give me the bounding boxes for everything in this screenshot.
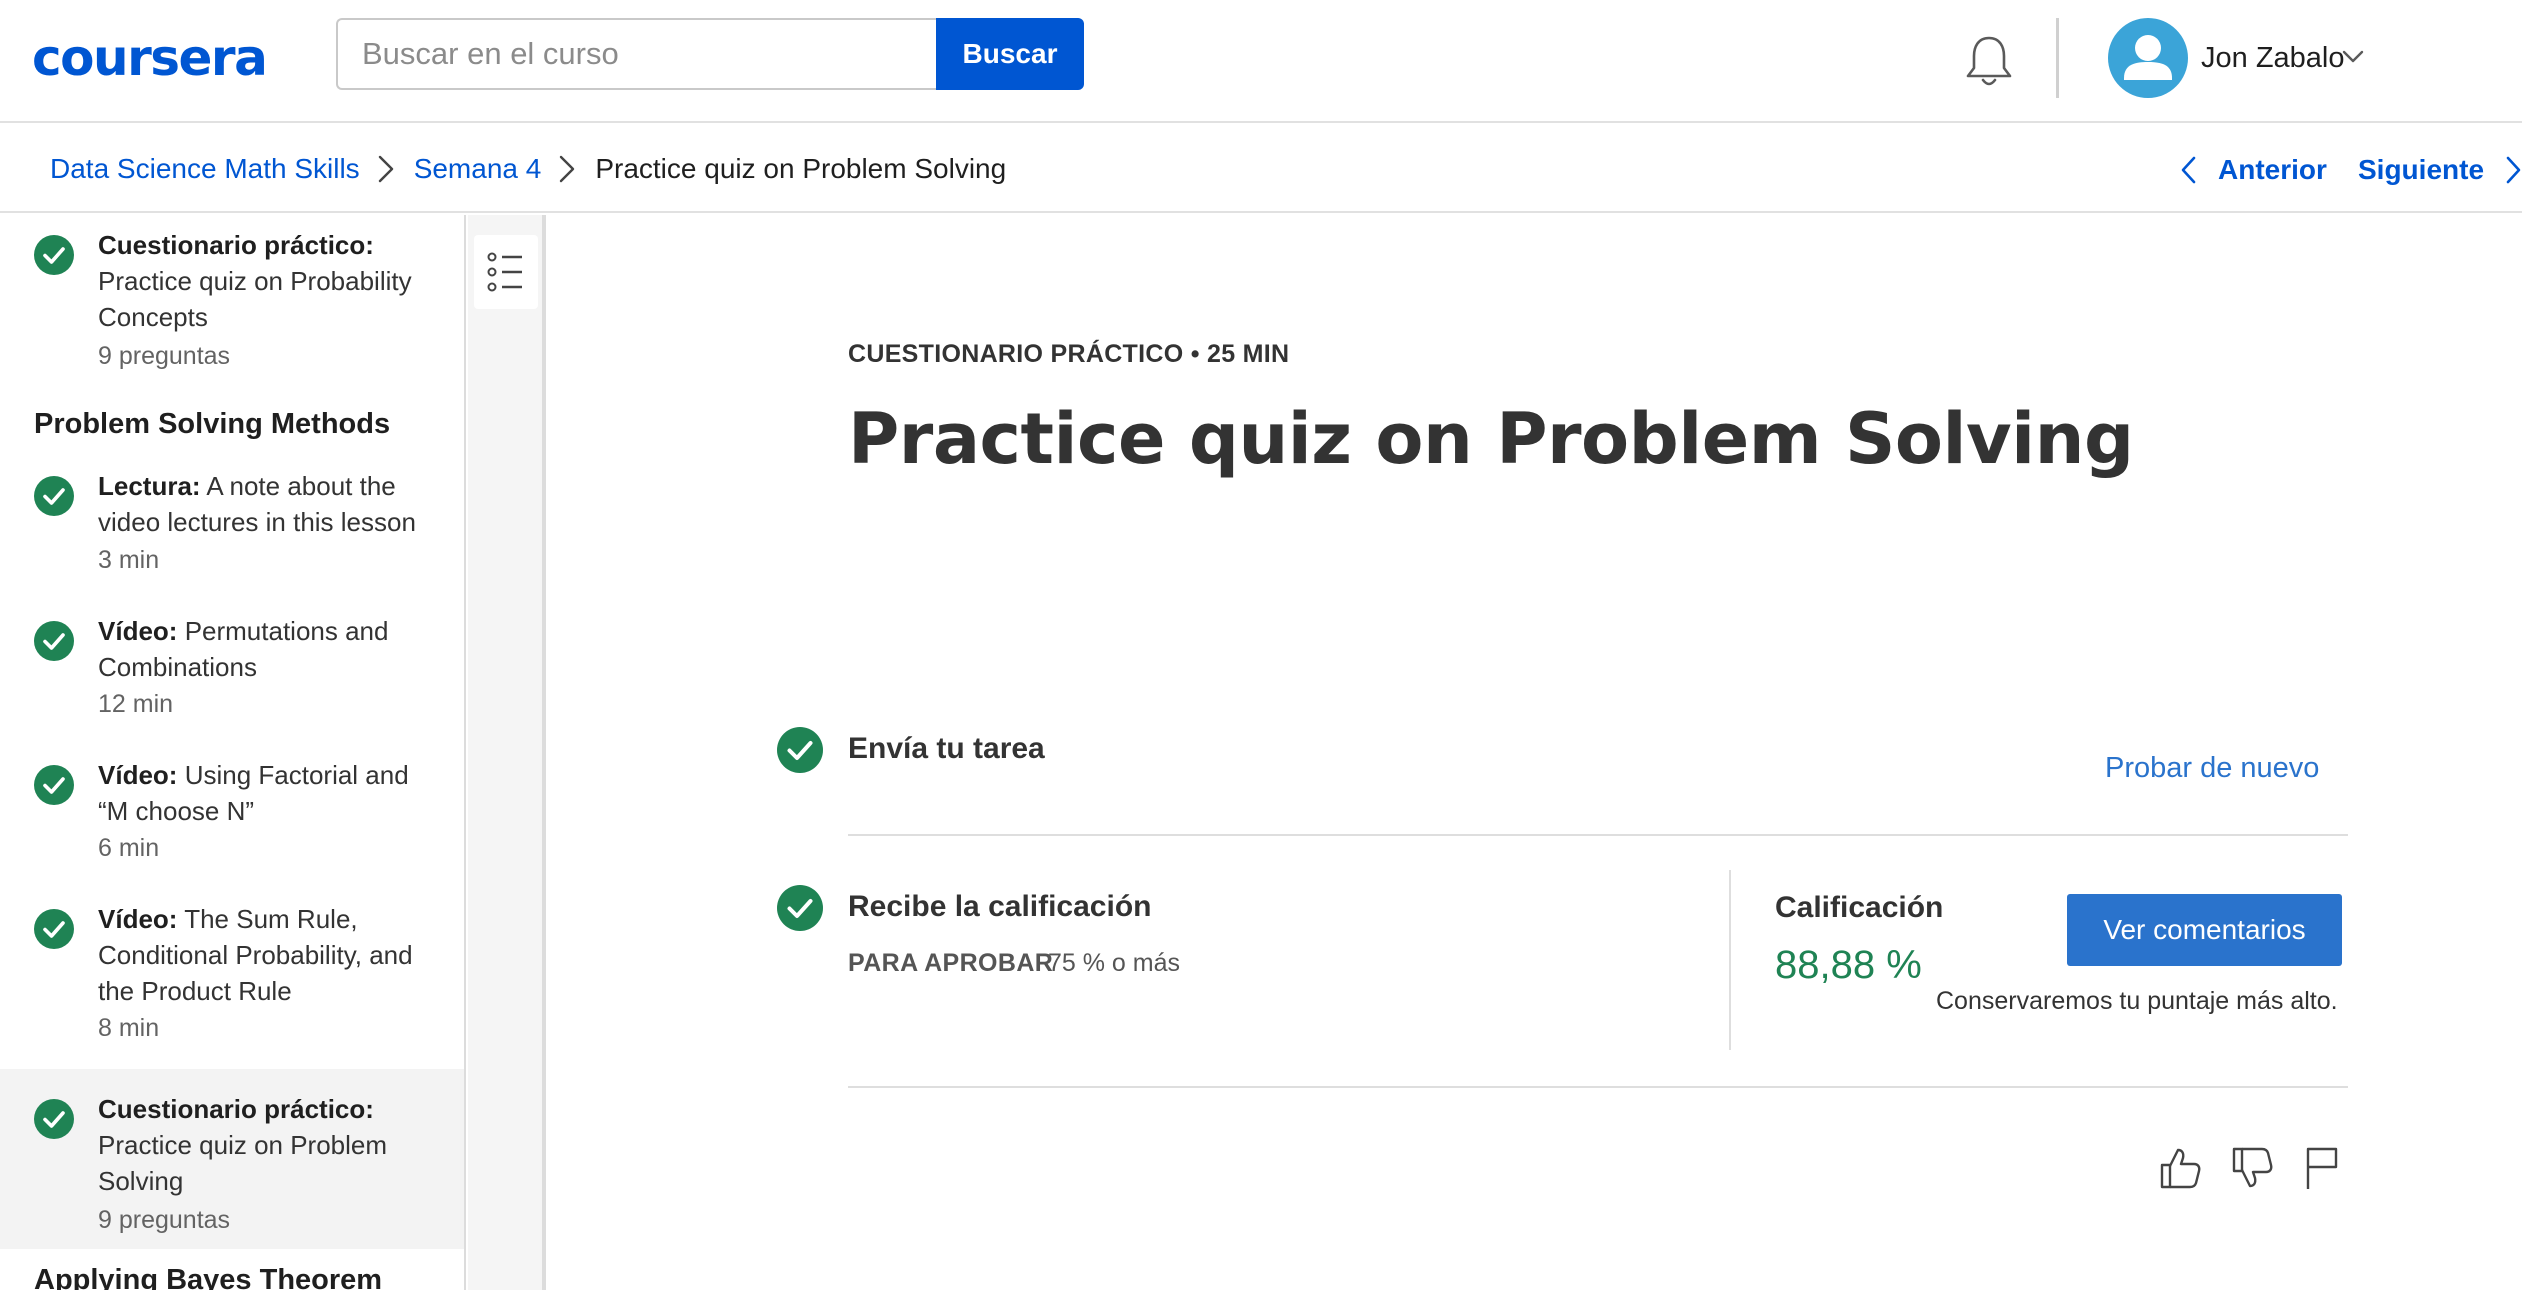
breadcrumb-current: Practice quiz on Problem Solving bbox=[595, 153, 1007, 184]
vertical-divider bbox=[1729, 870, 1731, 1050]
item-type: Cuestionario práctico: bbox=[98, 1094, 374, 1124]
item-meta: 9 preguntas bbox=[98, 342, 231, 370]
sidebar-item-factorial[interactable]: Vídeo: Using Factorial and “M choose N” … bbox=[0, 749, 464, 889]
breadcrumb-course-link[interactable]: Data Science Math Skills bbox=[50, 149, 360, 189]
completed-check-icon bbox=[34, 476, 74, 516]
pass-label: PARA APROBAR bbox=[848, 949, 1054, 977]
submit-step-title: Envía tu tarea bbox=[848, 732, 1045, 765]
section-title: Problem Solving Methods bbox=[34, 408, 391, 440]
divider bbox=[848, 834, 2348, 836]
top-header: coursera Buscar Jon Zabalo bbox=[0, 0, 2522, 123]
toggle-outline-button[interactable] bbox=[474, 235, 538, 309]
chevron-right-icon bbox=[560, 155, 575, 183]
item-title: Practice quiz on Probability Concepts bbox=[98, 266, 412, 332]
list-icon bbox=[487, 252, 522, 292]
breadcrumb-week-link[interactable]: Semana 4 bbox=[414, 149, 542, 189]
item-title: Practice quiz on Problem Solving bbox=[98, 1130, 388, 1196]
breadcrumb: Data Science Math Skills Semana 4 Practi… bbox=[50, 149, 1006, 189]
completed-check-icon bbox=[34, 1099, 74, 1139]
coursera-logo[interactable]: coursera bbox=[32, 26, 268, 90]
view-feedback-button[interactable]: Ver comentarios bbox=[2067, 894, 2342, 966]
thumbs-up-icon[interactable] bbox=[2158, 1145, 2202, 1191]
search-button[interactable]: Buscar bbox=[936, 18, 1084, 90]
pass-value: 75 % o más bbox=[1048, 949, 1181, 977]
completed-check-icon bbox=[34, 621, 74, 661]
next-label: Siguiente bbox=[2358, 154, 2485, 185]
item-meta: 8 min bbox=[98, 1014, 160, 1042]
completed-check-icon bbox=[34, 765, 74, 805]
completed-check-icon bbox=[34, 235, 74, 275]
user-avatar-icon[interactable] bbox=[2108, 18, 2188, 98]
grade-step-title: Recibe la calificación bbox=[848, 890, 1152, 923]
sidebar-item-label: Vídeo: Permutations and Combinations bbox=[98, 613, 428, 685]
flag-icon[interactable] bbox=[2300, 1145, 2344, 1191]
previous-button[interactable]: Anterior bbox=[2180, 153, 2327, 187]
sidebar-item-permutations[interactable]: Vídeo: Permutations and Combinations 12 … bbox=[0, 605, 464, 745]
sidebar-collapse-strip bbox=[468, 215, 546, 1290]
item-meta: 9 preguntas bbox=[98, 1206, 231, 1234]
page-title: Practice quiz on Problem Solving bbox=[848, 398, 2134, 480]
sidebar-item-problem-solving-quiz[interactable]: Cuestionario práctico: Practice quiz on … bbox=[0, 1069, 464, 1249]
next-button[interactable]: Siguiente bbox=[2358, 153, 2522, 187]
item-type: Vídeo: bbox=[98, 760, 178, 790]
sidebar-item-label: Vídeo: The Sum Rule, Conditional Probabi… bbox=[98, 901, 428, 1009]
chevron-down-icon[interactable] bbox=[2342, 50, 2364, 64]
item-type: Vídeo: bbox=[98, 616, 178, 646]
completed-check-icon bbox=[777, 727, 823, 773]
search-bar: Buscar bbox=[336, 18, 1084, 90]
thumbs-down-icon[interactable] bbox=[2230, 1145, 2274, 1191]
grade-value: 88,88 % bbox=[1775, 943, 1922, 987]
search-input[interactable] bbox=[336, 18, 936, 90]
section-title: Applying Bayes Theorem bbox=[34, 1264, 383, 1290]
try-again-link[interactable]: Probar de nuevo bbox=[2105, 748, 2319, 788]
item-type: Cuestionario práctico: bbox=[98, 230, 374, 260]
item-kicker: CUESTIONARIO PRÁCTICO • 25 MIN bbox=[848, 340, 1290, 368]
item-type: Lectura: bbox=[98, 471, 201, 501]
sidebar-item-label: Cuestionario práctico: Practice quiz on … bbox=[98, 227, 428, 335]
sidebar-item-label: Cuestionario práctico: Practice quiz on … bbox=[98, 1091, 428, 1199]
sidebar-item-lecture-note[interactable]: Lectura: A note about the video lectures… bbox=[0, 460, 464, 600]
completed-check-icon bbox=[777, 885, 823, 931]
item-meta: 3 min bbox=[98, 546, 160, 574]
bell-icon[interactable] bbox=[1964, 34, 2014, 90]
header-divider bbox=[2056, 18, 2059, 98]
completed-check-icon bbox=[34, 909, 74, 949]
divider bbox=[848, 1086, 2348, 1088]
chevron-right-icon bbox=[378, 155, 393, 183]
item-type: Vídeo: bbox=[98, 904, 178, 934]
highest-score-note: Conservaremos tu puntaje más alto. bbox=[1936, 987, 2338, 1015]
sidebar-item-label: Lectura: A note about the video lectures… bbox=[98, 468, 428, 540]
item-meta: 12 min bbox=[98, 690, 174, 718]
item-meta: 6 min bbox=[98, 834, 160, 862]
sidebar-item-sum-rule[interactable]: Vídeo: The Sum Rule, Conditional Probabi… bbox=[0, 893, 464, 1068]
course-outline-sidebar: Cuestionario práctico: Practice quiz on … bbox=[0, 215, 466, 1290]
chevron-right-icon bbox=[2506, 156, 2521, 184]
previous-label: Anterior bbox=[2218, 154, 2327, 185]
grade-label: Calificación bbox=[1775, 891, 1944, 924]
sidebar-item-probability-quiz[interactable]: Cuestionario práctico: Practice quiz on … bbox=[0, 215, 464, 383]
breadcrumb-bar: Data Science Math Skills Semana 4 Practi… bbox=[0, 125, 2522, 213]
chevron-left-icon bbox=[2181, 156, 2196, 184]
user-name[interactable]: Jon Zabalo bbox=[2201, 40, 2345, 76]
sidebar-item-label: Vídeo: Using Factorial and “M choose N” bbox=[98, 757, 428, 829]
